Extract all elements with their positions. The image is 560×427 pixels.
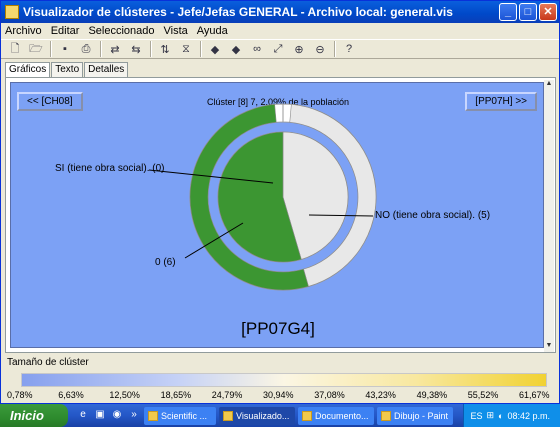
menu-archivo[interactable]: Archivo [5, 25, 42, 37]
chart-canvas: << [CH08] [PP07H] >> Clúster [8] 7, 2,09… [10, 82, 544, 348]
paint-icon [381, 410, 391, 421]
main-window: Visualizador de clústeres - Jefe/Jefas G… [0, 0, 560, 404]
size-tick: 0,78% [7, 390, 33, 400]
menu-editar[interactable]: Editar [51, 25, 80, 37]
zoom-icon[interactable]: ⤢ [270, 41, 286, 57]
tab-graficos[interactable]: Gráficos [5, 62, 51, 78]
size-tick: 6,63% [58, 390, 84, 400]
binoculars-icon[interactable]: ∞ [249, 41, 265, 57]
save-icon[interactable]: ▪ [57, 41, 73, 57]
chart-panel: << [CH08] [PP07H] >> Clúster [8] 7, 2,09… [5, 77, 556, 353]
task-label: Dibujo - Paint [394, 410, 449, 421]
help-icon[interactable]: ? [341, 41, 357, 57]
start-button[interactable]: Inicio [0, 404, 68, 427]
size-tick: 24,79% [211, 390, 243, 400]
close-button[interactable]: ✕ [539, 3, 557, 21]
menu-bar: Archivo Editar Seleccionado Vista Ayuda [1, 23, 559, 39]
ie-icon[interactable]: e [76, 409, 90, 423]
zoom-in-icon[interactable]: ⊕ [291, 41, 307, 57]
scroll-up-icon[interactable]: ▲ [544, 80, 554, 90]
label-si: SI (tiene obra social). (0) [55, 163, 165, 174]
toolbar-separator [150, 41, 152, 57]
scroll-down-icon[interactable]: ▼ [544, 342, 554, 352]
menu-seleccionado[interactable]: Seleccionado [88, 25, 154, 37]
visualizador-icon [223, 410, 233, 421]
view-tabs: Gráficos Texto Detalles [5, 62, 129, 78]
print-icon[interactable]: ⎙ [78, 41, 94, 57]
quick-launch: e ▣ ◉ » [76, 409, 144, 423]
maximize-button[interactable]: □ [519, 3, 537, 21]
task-label: Documento... [315, 410, 369, 421]
size-tick: 61,67% [519, 390, 550, 400]
task-scientific[interactable]: Scientific ... [144, 406, 216, 425]
toolbar: 🗋 🗁 ▪ ⎙ ⇄ ⇆ ⇅ ⧖ ◆ ◆ ∞ ⤢ ⊕ ⊖ ? [1, 39, 559, 59]
start-label: Inicio [10, 408, 44, 423]
scientific-icon [148, 410, 158, 421]
cluster-size-gradient [21, 373, 547, 387]
network-icon[interactable]: ⊞ [486, 410, 494, 421]
firefox-icon[interactable]: ◉ [110, 409, 124, 423]
open-icon[interactable]: 🗁 [28, 41, 44, 57]
cluster-size-label: Tamaño de clúster [7, 357, 89, 368]
toolbar-separator [50, 41, 52, 57]
arrow-left-icon[interactable]: ◆ [207, 41, 223, 57]
toolbar-separator [200, 41, 202, 57]
size-tick: 49,38% [416, 390, 448, 400]
language-indicator[interactable]: ES [470, 411, 482, 421]
task-visualizador[interactable]: Visualizado... [219, 406, 295, 425]
filter-icon[interactable]: ⧖ [178, 41, 194, 57]
zoom-out-icon[interactable]: ⊖ [312, 41, 328, 57]
size-tick: 18,65% [160, 390, 192, 400]
toolbar-separator [334, 41, 336, 57]
toolbar-separator [100, 41, 102, 57]
minimize-button[interactable]: _ [499, 3, 517, 21]
volume-icon[interactable]: ◐ [498, 411, 503, 421]
taskbar: Inicio e ▣ ◉ » Scientific ... Visualizad… [0, 404, 560, 427]
size-tick: 43,23% [365, 390, 396, 400]
title-bar[interactable]: Visualizador de clústeres - Jefe/Jefas G… [1, 1, 559, 23]
chart-variable-label: [PP07G4] [241, 319, 315, 338]
more-icon[interactable]: » [127, 409, 141, 423]
tab-texto[interactable]: Texto [51, 62, 84, 78]
clock: 08:42 p.m. [507, 410, 550, 421]
size-tick: 37,08% [314, 390, 345, 400]
task-paint[interactable]: Dibujo - Paint [377, 406, 453, 425]
desktop-icon[interactable]: ▣ [93, 409, 107, 423]
label-no: NO (tiene obra social). (5) [375, 210, 491, 221]
menu-ayuda[interactable]: Ayuda [197, 25, 228, 37]
word-icon [302, 410, 312, 421]
arrow-right-icon[interactable]: ◆ [228, 41, 244, 57]
cluster-size-ticks: 0,78% 6,63% 12,50% 18,65% 24,79% 30,94% 37,08%… [1, 390, 560, 402]
system-tray: ES ⊞ ◐ 08:42 p.m. [463, 404, 560, 427]
sort-icon[interactable]: ⇅ [157, 41, 173, 57]
task-label: Visualizado... [236, 410, 290, 421]
menu-vista[interactable]: Vista [164, 25, 188, 37]
size-tick: 30,94% [263, 390, 294, 400]
app-icon [5, 5, 19, 19]
task-documento[interactable]: Documento... [298, 406, 374, 425]
new-icon[interactable]: 🗋 [7, 41, 23, 57]
window-title: Visualizador de clústeres - Jefe/Jefas G… [23, 5, 453, 19]
inner-ring [217, 131, 349, 263]
label-zero: 0 (6) [155, 257, 176, 268]
tab-detalles[interactable]: Detalles [84, 62, 129, 78]
size-tick: 12,50% [109, 390, 140, 400]
undo-icon[interactable]: ⇆ [128, 41, 144, 57]
vertical-scrollbar[interactable]: ▲ ▼ [544, 80, 554, 352]
redo-icon[interactable]: ⇄ [107, 41, 123, 57]
task-label: Scientific ... [161, 410, 208, 421]
size-tick: 55,52% [467, 390, 499, 400]
